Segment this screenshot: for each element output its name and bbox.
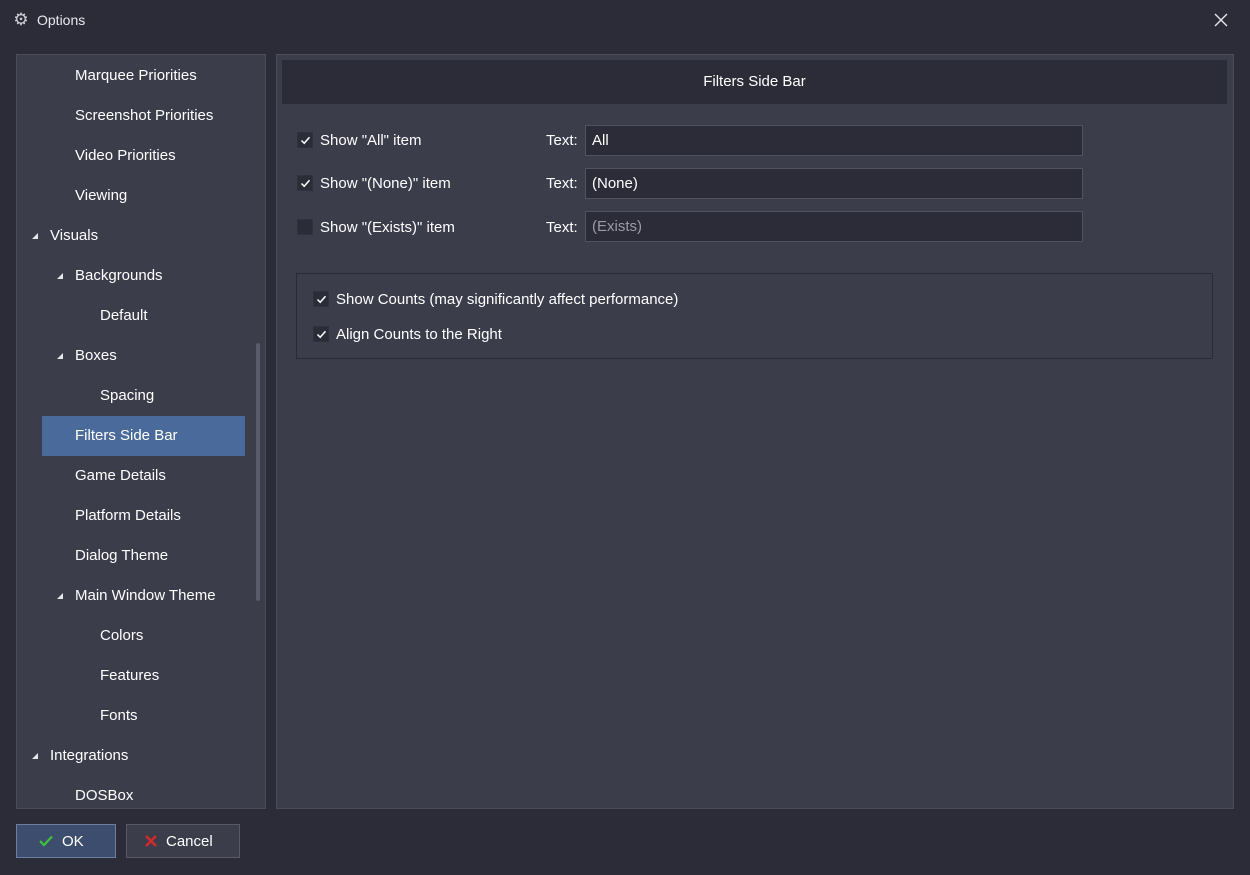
tree-item-fonts[interactable]: Fonts — [42, 696, 245, 736]
none-item-text-input[interactable] — [585, 168, 1083, 199]
checkbox-box[interactable] — [313, 291, 329, 307]
tree-item-boxes[interactable]: Boxes — [42, 336, 245, 376]
checkbox-box[interactable] — [297, 132, 313, 148]
tree-item-integrations[interactable]: Integrations — [32, 736, 245, 776]
close-icon — [1214, 13, 1228, 27]
tree-item-backgrounds[interactable]: Backgrounds — [42, 256, 245, 296]
text-field-label: Text: — [546, 219, 578, 236]
checkbox-label: Align Counts to the Right — [336, 326, 502, 343]
checkmark-icon — [316, 330, 327, 339]
tree-item-video-priorities[interactable]: Video Priorities — [42, 136, 245, 176]
tree-item-colors[interactable]: Colors — [42, 616, 245, 656]
text-field-label: Text: — [546, 132, 578, 149]
tree-item-default[interactable]: Default — [42, 296, 245, 336]
expand-arrow-icon[interactable] — [32, 753, 38, 759]
tree-item-features[interactable]: Features — [42, 656, 245, 696]
gear-icon: ⚙ — [13, 10, 29, 29]
checkbox-box[interactable] — [313, 326, 329, 342]
checkbox-label: Show "All" item — [320, 132, 422, 149]
tree-item-spacing[interactable]: Spacing — [42, 376, 245, 416]
checkbox-box[interactable] — [297, 175, 313, 191]
checkmark-icon — [300, 136, 311, 145]
cancel-x-icon — [145, 835, 157, 847]
checkmark-icon — [316, 295, 327, 304]
expand-arrow-icon[interactable] — [57, 273, 63, 279]
checkmark-icon — [39, 835, 53, 847]
tree-item-screenshot-priorities[interactable]: Screenshot Priorities — [42, 96, 245, 136]
tree-item-visuals[interactable]: Visuals — [32, 216, 245, 256]
checkbox-label: Show "(None)" item — [320, 175, 451, 192]
exists-item-text-input[interactable] — [585, 211, 1083, 242]
section-header: Filters Side Bar — [282, 60, 1227, 104]
tree-item-marquee-priorities[interactable]: Marquee Priorities — [42, 56, 245, 96]
section-title: Filters Side Bar — [703, 73, 806, 90]
settings-panel: Filters Side Bar Show "All" item Text: S… — [276, 54, 1234, 809]
checkbox-label: Show Counts (may significantly affect pe… — [336, 291, 679, 308]
checkmark-icon — [300, 179, 311, 188]
tree-item-viewing[interactable]: Viewing — [42, 176, 245, 216]
ok-button[interactable]: OK — [16, 824, 116, 858]
counts-group: Show Counts (may significantly affect pe… — [296, 273, 1213, 359]
cancel-button[interactable]: Cancel — [126, 824, 240, 858]
tree-item-dosbox[interactable]: DOSBox — [42, 776, 245, 808]
options-tree: Marquee Priorities Screenshot Priorities… — [16, 54, 266, 809]
expand-arrow-icon[interactable] — [57, 593, 63, 599]
expand-arrow-icon[interactable] — [32, 233, 38, 239]
all-item-text-input[interactable] — [585, 125, 1083, 156]
tree-scrollbar[interactable] — [256, 343, 260, 601]
window-title: Options — [37, 12, 86, 28]
close-button[interactable] — [1206, 6, 1236, 34]
tree-item-filters-side-bar[interactable]: Filters Side Bar — [42, 416, 245, 456]
expand-arrow-icon[interactable] — [57, 353, 63, 359]
tree-item-game-details[interactable]: Game Details — [42, 456, 245, 496]
tree-item-main-window-theme[interactable]: Main Window Theme — [42, 576, 245, 616]
tree-item-dialog-theme[interactable]: Dialog Theme — [42, 536, 245, 576]
title-bar: ⚙ Options — [0, 0, 1250, 42]
tree-item-platform-details[interactable]: Platform Details — [42, 496, 245, 536]
text-field-label: Text: — [546, 175, 578, 192]
checkbox-box[interactable] — [297, 219, 313, 235]
checkbox-label: Show "(Exists)" item — [320, 219, 455, 236]
